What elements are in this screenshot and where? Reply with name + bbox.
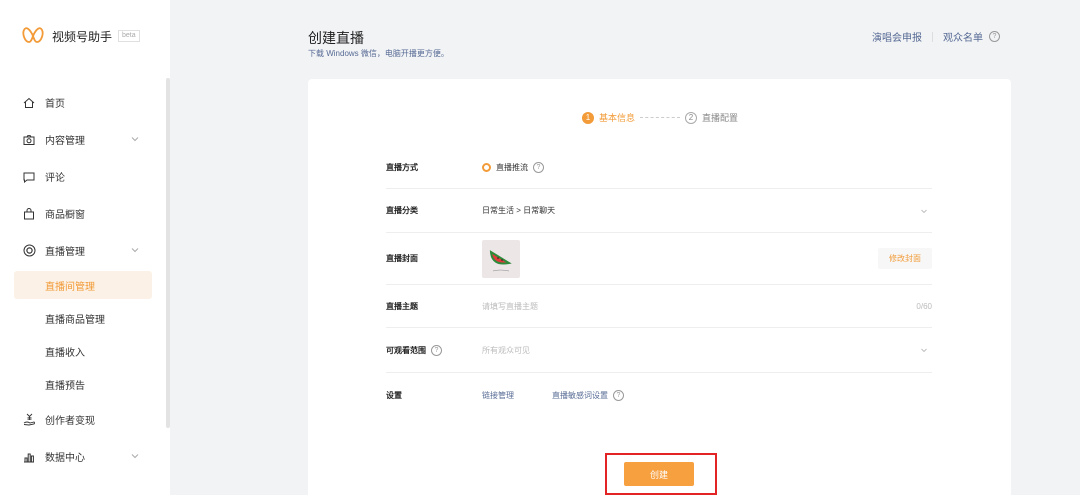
cover-thumbnail[interactable]	[482, 239, 520, 278]
sidebar: 视频号助手 beta 首页 内容管理 评论 商品橱窗 直播管理 直播间管理 直播…	[0, 0, 170, 495]
sidebar-item-showcase[interactable]: 商品橱窗	[0, 195, 166, 232]
money-hand-icon	[22, 413, 36, 427]
highlight-annotation	[605, 453, 717, 495]
sensitive-words-link[interactable]: 直播敏感词设置	[552, 390, 608, 401]
chevron-down-icon[interactable]	[920, 346, 928, 354]
step-1-label: 基本信息	[599, 113, 636, 123]
settings-label: 设置	[386, 390, 402, 400]
form-row-cover: 直播封面 修改封面	[386, 233, 932, 285]
home-icon	[22, 96, 36, 110]
help-icon[interactable]: ?	[613, 389, 624, 401]
sidebar-subitem-live-room[interactable]: 直播间管理	[14, 271, 152, 299]
form-row-settings: 设置 链接管理 直播敏感词设置 ?	[386, 373, 932, 417]
live-icon	[22, 244, 36, 258]
form-row-category[interactable]: 直播分类 日常生活 > 日常聊天	[386, 189, 932, 233]
stepper: 1 基本信息 2 直播配置	[582, 111, 738, 124]
sidebar-item-comments[interactable]: 评论	[0, 158, 166, 195]
visibility-label: 可观看范围	[386, 345, 426, 355]
brand[interactable]: 视频号助手 beta	[22, 26, 140, 46]
sidebar-item-label: 直播管理	[45, 247, 85, 258]
topic-char-counter: 0/60	[916, 301, 932, 311]
category-label: 直播分类	[386, 206, 418, 215]
link-management-link[interactable]: 链接管理	[482, 390, 514, 401]
chevron-down-icon[interactable]	[920, 207, 928, 215]
step-1-number: 1	[582, 111, 594, 124]
live-form: 直播方式 直播推流 ? 直播分类 日常生活 > 日常聊天 直播封面 修改封面 直…	[386, 147, 932, 417]
sidebar-nav: 首页 内容管理 评论 商品橱窗 直播管理 直播间管理 直播商品管理 直播收入 直…	[0, 84, 166, 475]
sidebar-scrollbar[interactable]	[166, 78, 170, 428]
watermelon-image	[489, 249, 512, 271]
topic-label: 直播主题	[386, 301, 418, 311]
audience-list-link[interactable]: 观众名单	[943, 29, 983, 44]
divider	[932, 31, 933, 42]
chevron-down-icon	[131, 248, 139, 253]
change-cover-button[interactable]: 修改封面	[878, 248, 932, 269]
header-links: 演唱会申报 观众名单 ?	[872, 29, 1000, 44]
step-2-label: 直播配置	[702, 113, 739, 123]
form-row-mode: 直播方式 直播推流 ?	[386, 147, 932, 189]
help-icon[interactable]: ?	[431, 344, 442, 356]
sidebar-item-content[interactable]: 内容管理	[0, 121, 166, 158]
sidebar-item-label: 首页	[45, 99, 65, 110]
shopping-bag-icon	[22, 207, 36, 221]
sidebar-item-label: 评论	[45, 173, 65, 184]
topic-input[interactable]: 请填写直播主题	[482, 301, 932, 312]
sidebar-item-label: 数据中心	[45, 453, 85, 464]
form-row-topic: 直播主题 请填写直播主题 0/60	[386, 285, 932, 328]
mode-label: 直播方式	[386, 163, 418, 172]
app-name: 视频号助手	[52, 29, 113, 44]
form-row-visibility[interactable]: 可观看范围 ? 所有观众可见	[386, 328, 932, 373]
sidebar-subitem-live-preview[interactable]: 直播预告	[0, 368, 166, 401]
comment-icon	[22, 170, 36, 184]
sidebar-subitem-live-products[interactable]: 直播商品管理	[0, 302, 166, 335]
visibility-select[interactable]: 所有观众可见	[482, 345, 932, 356]
sidebar-item-live[interactable]: 直播管理	[0, 232, 166, 269]
chevron-down-icon	[131, 454, 139, 459]
create-live-card: 1 基本信息 2 直播配置 直播方式 直播推流 ? 直播分类 日常生活 > 日常…	[308, 79, 1011, 495]
chevron-down-icon	[131, 137, 139, 142]
page-title: 创建直播	[308, 30, 364, 46]
sidebar-subitem-live-income[interactable]: 直播收入	[0, 335, 166, 368]
sidebar-item-monetization[interactable]: 创作者变现	[0, 401, 166, 438]
sidebar-item-label: 商品橱窗	[45, 210, 85, 221]
logo-icon	[22, 27, 44, 43]
sidebar-item-data-center[interactable]: 数据中心	[0, 438, 166, 475]
concert-report-link[interactable]: 演唱会申报	[872, 29, 922, 44]
download-windows-link[interactable]: 下载 Windows 微信，电脑开播更方便。	[308, 48, 449, 59]
category-value[interactable]: 日常生活 > 日常聊天	[482, 205, 932, 216]
help-icon[interactable]: ?	[533, 162, 544, 173]
step-2-number: 2	[685, 111, 698, 124]
help-icon[interactable]: ?	[989, 31, 1000, 42]
sidebar-item-label: 内容管理	[45, 136, 85, 147]
bar-chart-icon	[22, 450, 36, 464]
radio-selected-icon[interactable]	[482, 163, 491, 172]
sidebar-item-label: 创作者变现	[45, 416, 95, 427]
camera-icon	[22, 133, 36, 147]
mode-value: 直播推流	[496, 163, 528, 172]
cover-label: 直播封面	[386, 254, 418, 263]
mode-option[interactable]: 直播推流 ?	[482, 162, 932, 173]
step-connector	[640, 117, 681, 118]
sidebar-item-home[interactable]: 首页	[0, 84, 166, 121]
beta-badge: beta	[118, 30, 140, 42]
